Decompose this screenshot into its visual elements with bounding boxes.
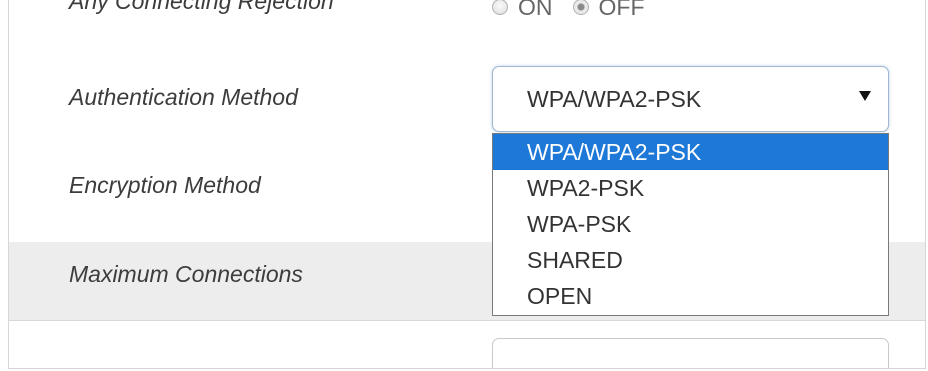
- option-wpa-psk[interactable]: WPA-PSK: [493, 206, 888, 242]
- radio-on-label: ON: [518, 0, 553, 20]
- radio-on[interactable]: [492, 0, 508, 15]
- max-connections-input[interactable]: [492, 338, 889, 368]
- option-shared[interactable]: SHARED: [493, 242, 888, 278]
- authentication-method-value: WPA/WPA2-PSK: [527, 86, 702, 112]
- radio-off[interactable]: [572, 0, 589, 15]
- authentication-method-dropdown: WPA/WPA2-PSK WPA2-PSK WPA-PSK SHARED OPE…: [492, 133, 889, 316]
- dropdown-arrow-icon: [859, 91, 871, 101]
- settings-panel: Any Connecting Rejection ON OFF Authenti…: [8, 0, 926, 369]
- rejection-label: Any Connecting Rejection: [69, 0, 334, 14]
- option-open[interactable]: OPEN: [493, 278, 888, 314]
- authentication-method-label: Authentication Method: [69, 84, 298, 110]
- max-connections-label: Maximum Connections: [69, 261, 303, 287]
- rejection-radio-group: ON OFF: [492, 0, 665, 20]
- option-wpa2-psk[interactable]: WPA2-PSK: [493, 170, 888, 206]
- radio-off-label: OFF: [598, 0, 645, 20]
- authentication-method-select[interactable]: WPA/WPA2-PSK: [492, 66, 889, 132]
- encryption-method-label: Encryption Method: [69, 172, 261, 198]
- option-wpa-wpa2-psk[interactable]: WPA/WPA2-PSK: [493, 134, 888, 170]
